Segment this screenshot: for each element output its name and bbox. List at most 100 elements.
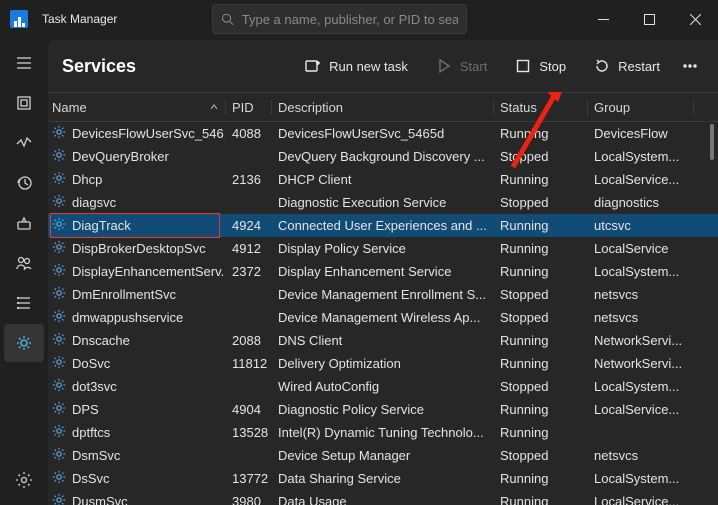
gear-icon (52, 378, 66, 395)
run-task-label: Run new task (329, 59, 408, 74)
gear-icon (52, 171, 66, 188)
nav-startup[interactable] (4, 204, 44, 242)
close-button[interactable] (672, 0, 718, 38)
nav-performance[interactable] (4, 124, 44, 162)
sidebar (0, 38, 48, 505)
svc-desc: Intel(R) Dynamic Tuning Technolo... (278, 425, 484, 440)
sort-asc-icon (209, 100, 219, 115)
svc-name: dmwappushservice (72, 310, 183, 325)
table-row[interactable]: DispBrokerDesktopSvc4912Display Policy S… (48, 237, 718, 260)
start-button[interactable]: Start (424, 52, 499, 80)
svc-desc: Device Management Wireless Ap... (278, 310, 480, 325)
svc-name: DispBrokerDesktopSvc (72, 241, 206, 256)
gear-icon (52, 125, 66, 142)
svc-status: Running (500, 471, 548, 486)
gear-icon (52, 355, 66, 372)
search-icon (221, 12, 234, 26)
col-description[interactable]: Description (272, 100, 494, 115)
svc-status: Running (500, 333, 548, 348)
table-row[interactable]: DiagTrack4924Connected User Experiences … (48, 214, 718, 237)
more-button[interactable] (676, 52, 704, 80)
services-grid: Name PID Description Status Group Device… (48, 92, 718, 505)
svc-desc: Diagnostic Execution Service (278, 195, 446, 210)
svc-name: DoSvc (72, 356, 110, 371)
svc-desc: DevicesFlowUserSvc_5465d (278, 126, 444, 141)
table-row[interactable]: DPS4904Diagnostic Policy ServiceRunningL… (48, 398, 718, 421)
table-row[interactable]: DevQueryBroker DevQuery Background Discov… (48, 145, 718, 168)
svc-group: netsvcs (594, 448, 638, 463)
table-row[interactable]: diagsvcDiagnostic Execution ServiceStopp… (48, 191, 718, 214)
nav-history[interactable] (4, 164, 44, 202)
nav-users[interactable] (4, 244, 44, 282)
table-row[interactable]: DoSvc11812Delivery OptimizationRunningNe… (48, 352, 718, 375)
svc-group: LocalSystem... (594, 379, 679, 394)
col-status[interactable]: Status (494, 100, 588, 115)
svc-pid: 4088 (232, 126, 261, 141)
svc-group: netsvcs (594, 310, 638, 325)
table-row[interactable]: Dnscache2088DNS ClientRunningNetworkServ… (48, 329, 718, 352)
svc-desc: Data Sharing Service (278, 471, 401, 486)
restart-button[interactable]: Restart (582, 52, 672, 80)
table-row[interactable]: DisplayEnhancementServ...2372Display Enh… (48, 260, 718, 283)
table-row[interactable]: DsSvc13772Data Sharing ServiceRunningLoc… (48, 467, 718, 490)
run-new-task-button[interactable]: Run new task (293, 52, 420, 80)
svc-group: LocalService (594, 241, 668, 256)
svc-pid: 4924 (232, 218, 261, 233)
svc-pid: 2372 (232, 264, 261, 279)
svc-group: LocalSystem... (594, 264, 679, 279)
col-pid[interactable]: PID (226, 100, 272, 115)
table-row[interactable]: DusmSvc3980Data UsageRunningLocalService… (48, 490, 718, 505)
table-row[interactable]: dptftcs13528Intel(R) Dynamic Tuning Tech… (48, 421, 718, 444)
svc-name: DmEnrollmentSvc (72, 287, 176, 302)
nav-processes[interactable] (4, 84, 44, 122)
gear-icon (52, 286, 66, 303)
svc-name: DsmSvc (72, 448, 120, 463)
grid-body: DevicesFlowUserSvc_546...4088DevicesFlow… (48, 122, 718, 505)
page-heading: Services (62, 56, 136, 77)
svc-name: diagsvc (72, 195, 116, 210)
gear-icon (52, 263, 66, 280)
restart-icon (594, 58, 610, 74)
gear-icon (52, 447, 66, 464)
svc-desc: Data Usage (278, 494, 347, 505)
table-row[interactable]: dot3svcWired AutoConfigStoppedLocalSyste… (48, 375, 718, 398)
svc-name: Dhcp (72, 172, 102, 187)
gear-icon (52, 148, 66, 165)
svc-desc: Display Policy Service (278, 241, 406, 256)
col-group[interactable]: Group (588, 100, 694, 115)
svc-status: Running (500, 425, 548, 440)
table-row[interactable]: dmwappushservice Device Management Wirele… (48, 306, 718, 329)
table-row[interactable]: DevicesFlowUserSvc_546...4088DevicesFlow… (48, 122, 718, 145)
nav-details[interactable] (4, 284, 44, 322)
maximize-button[interactable] (626, 0, 672, 38)
col-name[interactable]: Name (48, 100, 226, 115)
svc-name: DevQueryBroker (72, 149, 169, 164)
scrollbar-thumb[interactable] (710, 124, 714, 160)
table-row[interactable]: DsmSvcDevice Setup ManagerStoppednetsvcs (48, 444, 718, 467)
svc-desc: DevQuery Background Discovery ... (278, 149, 485, 164)
titlebar: Task Manager (0, 0, 718, 38)
start-label: Start (460, 59, 487, 74)
svc-group: NetworkServi... (594, 356, 682, 371)
gear-icon (52, 332, 66, 349)
nav-services[interactable] (4, 324, 44, 362)
scrollbar[interactable] (707, 124, 717, 503)
hamburger-button[interactable] (4, 44, 44, 82)
minimize-button[interactable] (580, 0, 626, 38)
svc-group: NetworkServi... (594, 333, 682, 348)
svc-pid: 3980 (232, 494, 261, 505)
svc-pid: 2136 (232, 172, 261, 187)
svc-status: Running (500, 172, 548, 187)
nav-settings[interactable] (4, 461, 44, 499)
svc-group: LocalSystem... (594, 471, 679, 486)
svc-group: LocalService... (594, 172, 679, 187)
search-box[interactable] (212, 4, 467, 34)
svc-status: Running (500, 356, 548, 371)
search-input[interactable] (242, 12, 458, 27)
stop-button[interactable]: Stop (503, 52, 578, 80)
table-row[interactable]: Dhcp2136DHCP ClientRunningLocalService..… (48, 168, 718, 191)
table-row[interactable]: DmEnrollmentSvcDevice Management Enrollm… (48, 283, 718, 306)
column-headers: Name PID Description Status Group (48, 92, 718, 122)
gear-icon (52, 240, 66, 257)
svc-desc: Wired AutoConfig (278, 379, 379, 394)
